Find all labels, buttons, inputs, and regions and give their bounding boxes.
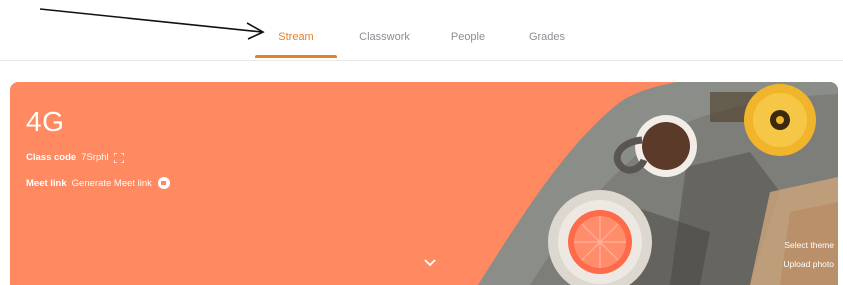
arrow-pointer	[39, 8, 265, 40]
select-theme-link[interactable]: Select theme	[783, 236, 834, 255]
class-code-value[interactable]: 7Srphl	[81, 152, 108, 163]
chevron-down-icon[interactable]	[423, 258, 437, 267]
fullscreen-icon[interactable]	[113, 152, 124, 163]
meet-link-label: Meet link	[26, 177, 67, 189]
class-code-row: Class code 7Srphl	[26, 152, 124, 163]
class-code-label: Class code	[26, 152, 77, 163]
class-banner: 4G Class code 7Srphl Meet link Generate …	[10, 82, 838, 285]
upload-photo-link[interactable]: Upload photo	[783, 255, 834, 274]
class-name: 4G	[26, 106, 65, 137]
generate-meet-link[interactable]: Generate Meet link	[72, 178, 152, 189]
theme-links: Select theme Upload photo	[783, 236, 834, 274]
video-icon[interactable]	[157, 177, 170, 189]
meet-link-row: Meet link Generate Meet link	[26, 177, 170, 189]
